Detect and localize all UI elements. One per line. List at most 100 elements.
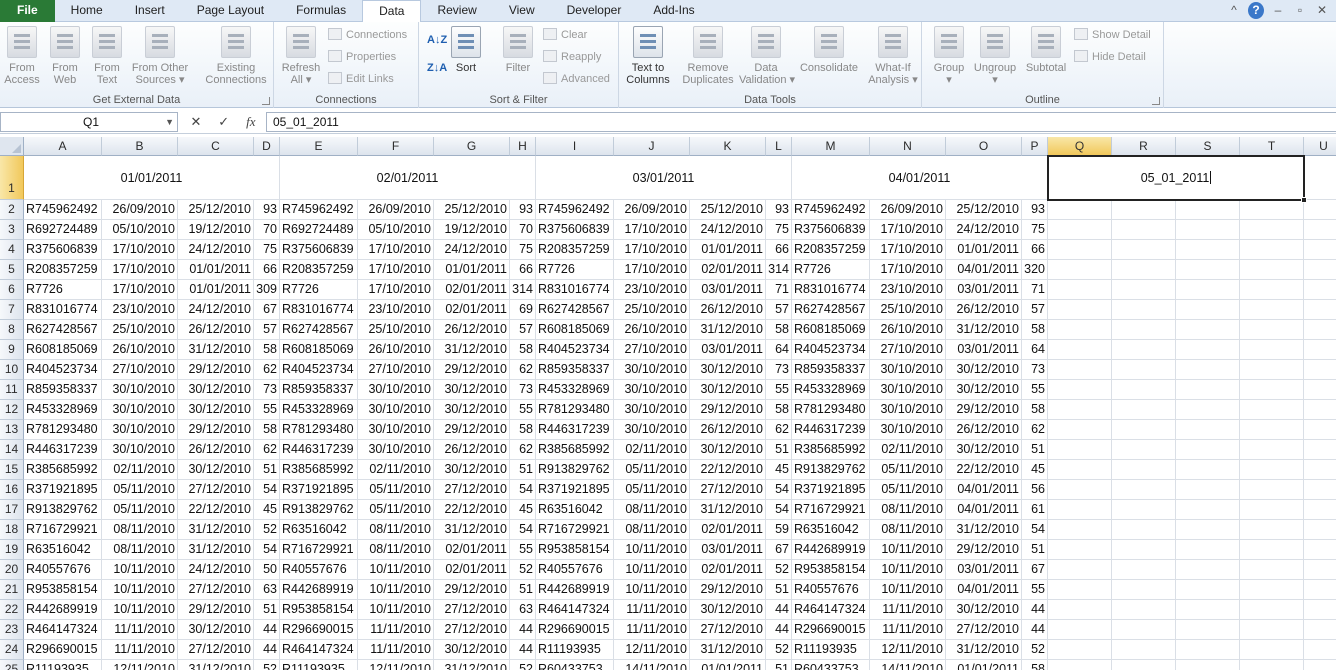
grid-cell[interactable]: [1240, 400, 1304, 420]
grid-cell[interactable]: [1240, 280, 1304, 300]
column-header-j[interactable]: J: [614, 137, 690, 156]
column-header-s[interactable]: S: [1176, 137, 1240, 156]
close-icon[interactable]: ✕: [1314, 2, 1330, 19]
table-cell[interactable]: 58: [254, 340, 280, 360]
column-header-d[interactable]: D: [254, 137, 280, 156]
table-cell[interactable]: R40557676: [792, 580, 870, 600]
table-cell[interactable]: 04/01/2011: [946, 580, 1022, 600]
subtotal-button[interactable]: Subtotal: [1022, 26, 1070, 74]
grid-cell[interactable]: [1176, 600, 1240, 620]
table-cell[interactable]: 27/12/2010: [434, 480, 510, 500]
grid-cell[interactable]: [1240, 520, 1304, 540]
table-cell[interactable]: 03/01/2011: [946, 340, 1022, 360]
table-cell[interactable]: 55: [510, 540, 536, 560]
remove-duplicates-button[interactable]: Remove Duplicates: [679, 26, 737, 86]
table-cell[interactable]: 309: [254, 280, 280, 300]
table-cell[interactable]: 04/01/2011: [946, 480, 1022, 500]
table-cell[interactable]: 30/10/2010: [870, 400, 946, 420]
table-cell[interactable]: 75: [1022, 220, 1048, 240]
table-cell[interactable]: R371921895: [280, 480, 358, 500]
grid-cell[interactable]: [1304, 360, 1336, 380]
grid-cell[interactable]: [1304, 580, 1336, 600]
column-header-r[interactable]: R: [1112, 137, 1176, 156]
column-header-c[interactable]: C: [178, 137, 254, 156]
table-cell[interactable]: 54: [510, 520, 536, 540]
grid-cell[interactable]: [1176, 300, 1240, 320]
refresh-all-button[interactable]: Refresh All ▾: [280, 26, 322, 86]
table-cell[interactable]: 11/11/2010: [870, 620, 946, 640]
row-header-17[interactable]: 17: [0, 500, 24, 520]
table-cell[interactable]: R63516042: [536, 500, 614, 520]
table-cell[interactable]: 26/12/2010: [946, 300, 1022, 320]
table-cell[interactable]: 31/12/2010: [434, 660, 510, 670]
table-cell[interactable]: R385685992: [536, 440, 614, 460]
table-cell[interactable]: 25/10/2010: [870, 300, 946, 320]
table-cell[interactable]: 31/12/2010: [690, 640, 766, 660]
row-header-16[interactable]: 16: [0, 480, 24, 500]
table-cell[interactable]: 14/11/2010: [614, 660, 690, 670]
column-header-k[interactable]: K: [690, 137, 766, 156]
table-cell[interactable]: 26/12/2010: [946, 420, 1022, 440]
table-cell[interactable]: 52: [510, 560, 536, 580]
column-header-o[interactable]: O: [946, 137, 1022, 156]
grid-cell[interactable]: [1304, 480, 1336, 500]
table-cell[interactable]: R453328969: [792, 380, 870, 400]
grid-cell[interactable]: [1304, 156, 1336, 200]
table-cell[interactable]: 08/11/2010: [870, 500, 946, 520]
grid-cell[interactable]: [1176, 220, 1240, 240]
table-cell[interactable]: 93: [1022, 200, 1048, 220]
minimize-ribbon-icon[interactable]: ^: [1226, 2, 1242, 19]
table-cell[interactable]: 24/12/2010: [178, 300, 254, 320]
table-cell[interactable]: 25/12/2010: [690, 200, 766, 220]
table-cell[interactable]: 51: [766, 660, 792, 670]
table-cell[interactable]: R296690015: [24, 640, 102, 660]
tab-page-layout[interactable]: Page Layout: [181, 0, 280, 22]
grid-cell[interactable]: [1048, 340, 1112, 360]
table-cell[interactable]: 26/09/2010: [102, 200, 178, 220]
row-header-20[interactable]: 20: [0, 560, 24, 580]
grid-cell[interactable]: [1112, 320, 1176, 340]
column-header-u[interactable]: U: [1304, 137, 1336, 156]
table-cell[interactable]: 25/10/2010: [358, 320, 434, 340]
table-cell[interactable]: 71: [1022, 280, 1048, 300]
table-cell[interactable]: 05/10/2010: [358, 220, 434, 240]
grid-cell[interactable]: [1304, 520, 1336, 540]
grid-cell[interactable]: [1048, 360, 1112, 380]
date-header-cell[interactable]: 04/01/2011: [792, 156, 1048, 200]
table-cell[interactable]: 62: [254, 440, 280, 460]
grid-cell[interactable]: [1240, 220, 1304, 240]
column-header-n[interactable]: N: [870, 137, 946, 156]
grid-cell[interactable]: [1176, 500, 1240, 520]
table-cell[interactable]: 93: [254, 200, 280, 220]
table-cell[interactable]: R464147324: [280, 640, 358, 660]
table-cell[interactable]: R40557676: [24, 560, 102, 580]
row-header-15[interactable]: 15: [0, 460, 24, 480]
table-cell[interactable]: 03/01/2011: [946, 560, 1022, 580]
row-header-12[interactable]: 12: [0, 400, 24, 420]
table-cell[interactable]: 57: [254, 320, 280, 340]
table-cell[interactable]: 57: [510, 320, 536, 340]
table-cell[interactable]: 26/12/2010: [434, 440, 510, 460]
table-cell[interactable]: 05/11/2010: [102, 500, 178, 520]
grid-cell[interactable]: [1304, 560, 1336, 580]
grid-cell[interactable]: [1304, 420, 1336, 440]
table-cell[interactable]: 01/01/2011: [690, 660, 766, 670]
table-cell[interactable]: R953858154: [536, 540, 614, 560]
grid-cell[interactable]: [1112, 660, 1176, 670]
table-cell[interactable]: R627428567: [792, 300, 870, 320]
table-cell[interactable]: 67: [1022, 560, 1048, 580]
table-cell[interactable]: 67: [766, 540, 792, 560]
grid-cell[interactable]: [1240, 340, 1304, 360]
table-cell[interactable]: 320: [1022, 260, 1048, 280]
from-other-sources-button[interactable]: From Other Sources ▾: [128, 26, 192, 86]
grid-cell[interactable]: [1240, 380, 1304, 400]
table-cell[interactable]: 27/10/2010: [102, 360, 178, 380]
grid-cell[interactable]: [1112, 380, 1176, 400]
row-header-18[interactable]: 18: [0, 520, 24, 540]
table-cell[interactable]: R371921895: [792, 480, 870, 500]
table-cell[interactable]: R375606839: [792, 220, 870, 240]
table-cell[interactable]: R63516042: [792, 520, 870, 540]
table-cell[interactable]: 52: [766, 560, 792, 580]
table-cell[interactable]: 25/12/2010: [434, 200, 510, 220]
table-cell[interactable]: 10/11/2010: [870, 540, 946, 560]
